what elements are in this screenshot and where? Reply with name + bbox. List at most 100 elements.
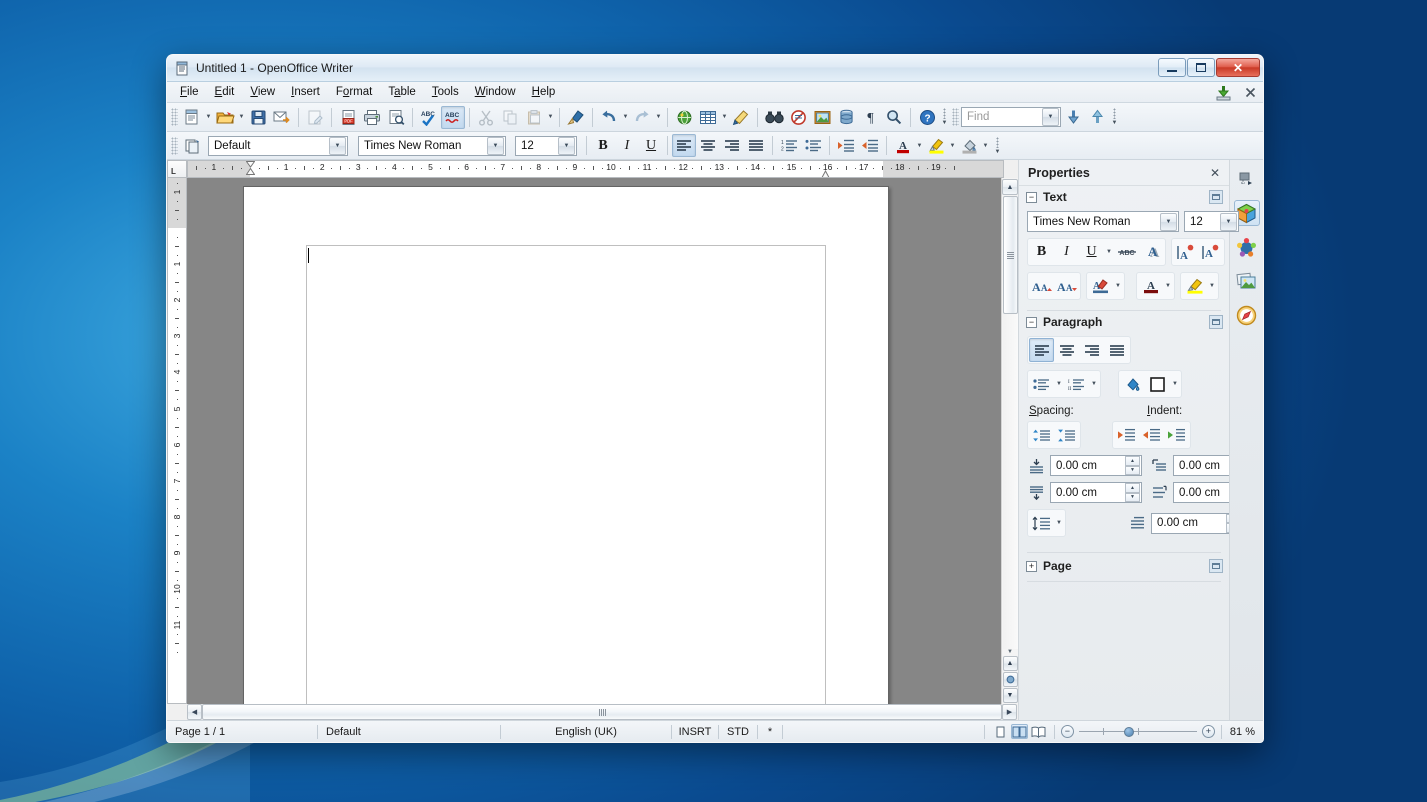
paste-dropdown-arrow[interactable]: ▼ [546, 106, 555, 129]
status-digital-signature[interactable] [783, 721, 984, 743]
vertical-scrollbar-track[interactable] [1002, 196, 1018, 649]
page-section-toggle[interactable]: + [1026, 560, 1037, 572]
sidebar-unordered-list-button[interactable] [1029, 372, 1054, 396]
close-button[interactable]: ✕ [1216, 58, 1260, 77]
sidebar-styles-tab[interactable] [1234, 234, 1260, 260]
horizontal-scrollbar-thumb[interactable] [202, 704, 1002, 720]
tab-stop-selector[interactable]: L [167, 160, 187, 178]
menu-item-edit[interactable]: Edit [207, 84, 243, 100]
sidebar-font-name-combo[interactable]: Times New Roman ▼ [1027, 211, 1179, 232]
sidebar-font-size-combo[interactable]: 12 ▼ [1184, 211, 1239, 232]
zoom-button[interactable] [882, 106, 906, 129]
zoom-level-value[interactable]: 81 % [1222, 726, 1263, 738]
sidebar-italic-button[interactable]: I [1054, 240, 1079, 264]
sidebar-align-justified-button[interactable] [1104, 338, 1129, 362]
menu-item-insert[interactable]: Insert [283, 84, 328, 100]
highlighting-button[interactable] [924, 134, 948, 157]
status-page-number[interactable]: Page 1 / 1 [167, 721, 317, 743]
unordered-list-button[interactable] [801, 134, 825, 157]
redo-dropdown-arrow[interactable]: ▼ [654, 106, 663, 129]
text-section-header[interactable]: − Text [1019, 186, 1229, 208]
horizontal-scrollbar-track[interactable] [202, 704, 1002, 720]
status-language[interactable]: English (UK) [501, 721, 671, 743]
align-right-button[interactable] [720, 134, 744, 157]
sidebar-shadow-button[interactable]: A A [1139, 240, 1164, 264]
sidebar-strikethrough-button[interactable]: ABC [1114, 240, 1139, 264]
close-document-icon[interactable] [1242, 85, 1259, 101]
menu-item-file[interactable]: FFileile [172, 84, 207, 100]
export-pdf-button[interactable]: PDF [336, 106, 360, 129]
open-document-button[interactable] [213, 106, 237, 129]
text-section-toggle[interactable]: − [1026, 191, 1037, 203]
paragraph-section-toggle[interactable]: − [1026, 316, 1037, 328]
background-color-dropdown-arrow[interactable]: ▼ [981, 134, 990, 157]
zoom-in-button[interactable]: + [1201, 725, 1215, 738]
scroll-right-button[interactable]: ▶ [1002, 704, 1017, 720]
previous-page-button[interactable]: ▲ [1002, 656, 1018, 671]
menu-item-help[interactable]: Help [524, 84, 564, 100]
zoom-slider[interactable]: − + [1055, 721, 1221, 743]
font-color-button[interactable]: A [891, 134, 915, 157]
insert-table-dropdown-arrow[interactable]: ▼ [720, 106, 729, 129]
status-selection-mode[interactable]: STD [719, 721, 757, 743]
print-button[interactable] [360, 106, 384, 129]
status-modified-indicator[interactable]: * [758, 721, 782, 743]
horizontal-scrollbar[interactable]: ◀ ▶ [187, 704, 1017, 720]
new-document-button[interactable] [180, 106, 204, 129]
save-button[interactable] [246, 106, 270, 129]
text-section-more-options-button[interactable] [1209, 190, 1223, 204]
space-above-paragraph-field[interactable]: 0.00 cm ▲ ▼ [1050, 455, 1142, 476]
navigation-select-button[interactable] [1002, 672, 1018, 687]
find-next-button[interactable] [1061, 106, 1085, 129]
align-justified-button[interactable] [744, 134, 768, 157]
show-draw-functions-button[interactable] [729, 106, 753, 129]
space-below-spinner[interactable]: ▲ ▼ [1125, 483, 1140, 502]
toolbar-grip[interactable] [171, 108, 178, 126]
font-size-combo[interactable]: 12 ▼ [515, 135, 577, 156]
gallery-button[interactable] [810, 106, 834, 129]
find-toolbar-grip[interactable] [952, 108, 959, 126]
increase-indent-button[interactable] [834, 134, 858, 157]
italic-button[interactable]: I [615, 134, 639, 157]
find-toolbar-overflow-button[interactable]: ▼ [1109, 106, 1120, 129]
single-page-view-button[interactable] [992, 724, 1009, 739]
sidebar-increase-indent-button[interactable] [1114, 423, 1139, 447]
decrease-indent-button[interactable] [858, 134, 882, 157]
first-line-indent-marker[interactable] [245, 161, 256, 175]
sidebar-ordered-list-button[interactable]: I II [1064, 372, 1089, 396]
search-input[interactable]: Find ▼ [961, 107, 1061, 127]
edit-file-button[interactable] [303, 106, 327, 129]
sidebar-close-button[interactable]: ✕ [1207, 165, 1223, 181]
search-dropdown-arrow[interactable]: ▼ [1042, 108, 1059, 126]
line-spacing-button[interactable] [1029, 511, 1054, 535]
hyperlink-button[interactable] [672, 106, 696, 129]
zoom-slider-knob[interactable] [1123, 727, 1134, 737]
sidebar-bold-button[interactable]: B [1029, 240, 1054, 264]
menu-item-window[interactable]: Window [467, 84, 524, 100]
paragraph-section-header[interactable]: − Paragraph [1019, 311, 1229, 333]
vertical-scrollbar-thumb[interactable] [1002, 196, 1018, 314]
underline-button[interactable]: U [639, 134, 663, 157]
maximize-button[interactable] [1187, 58, 1215, 77]
undo-button[interactable] [597, 106, 621, 129]
right-indent-marker[interactable] [821, 166, 830, 177]
help-button[interactable]: ? [915, 106, 939, 129]
standard-toolbar-overflow-button[interactable]: ▼ [939, 106, 950, 129]
paragraph-style-dropdown-arrow[interactable]: ▼ [329, 136, 346, 155]
sidebar-settings-tab[interactable] [1234, 166, 1260, 192]
book-view-button[interactable] [1030, 724, 1047, 739]
line-spacing-dropdown-arrow[interactable]: ▼ [1054, 511, 1064, 535]
email-document-button[interactable] [270, 106, 294, 129]
character-highlighting-dropdown-arrow[interactable]: ▼ [1113, 274, 1123, 298]
sidebar-unordered-list-dropdown-arrow[interactable]: ▼ [1054, 372, 1064, 396]
paragraph-style-combo[interactable]: Default ▼ [208, 135, 348, 156]
font-name-combo[interactable]: Times New Roman ▼ [358, 135, 506, 156]
hanging-indent-button[interactable] [1164, 423, 1189, 447]
paragraph-section-more-options-button[interactable] [1209, 315, 1223, 329]
menu-item-view[interactable]: View [242, 84, 283, 100]
next-page-button[interactable]: ▼ [1002, 688, 1018, 703]
download-update-icon[interactable] [1215, 85, 1232, 101]
space-above-spinner[interactable]: ▲ ▼ [1125, 456, 1140, 475]
sidebar-gallery-tab[interactable] [1234, 268, 1260, 294]
page-section-header[interactable]: + Page [1019, 553, 1229, 579]
